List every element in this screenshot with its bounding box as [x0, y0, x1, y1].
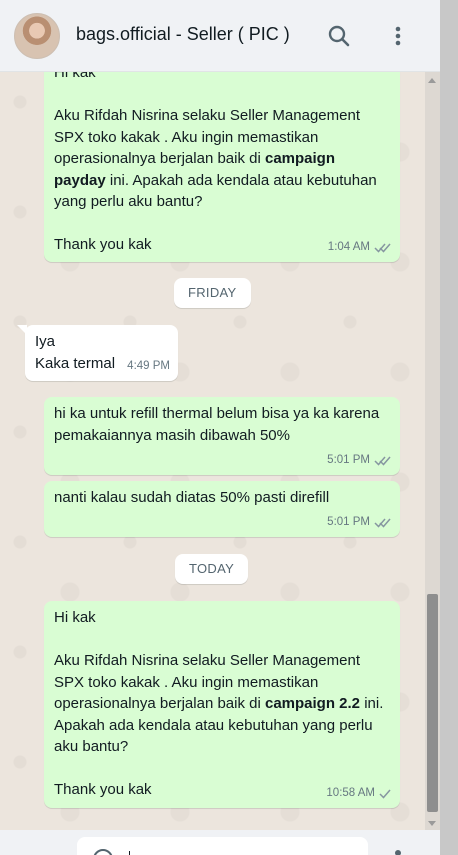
bubble-tail: [17, 325, 27, 335]
message-text: nanti kalau sudah diatas 50% pasti diref…: [54, 489, 330, 506]
double-check-icon: [374, 456, 391, 466]
message-time: 10:58 AM: [326, 786, 375, 799]
chat-header: bags.official - Seller ( PIC ): [0, 0, 440, 72]
search-icon[interactable]: [325, 22, 353, 50]
message-meta: 4:49 PM: [127, 356, 170, 378]
message-text: hi ka untuk refill thermal belum bisa ya…: [54, 405, 384, 444]
compose-bar: [0, 830, 440, 855]
message-time: 5:01 PM: [327, 515, 370, 528]
message-text: Hi kak Aku Rifdah Nisrina selaku Seller …: [54, 609, 387, 798]
message-input[interactable]: [77, 837, 368, 855]
message-meta: 1:04 AM: [328, 237, 392, 259]
message-bubble-incoming[interactable]: Iya Kaka termal 4:49 PM: [17, 325, 178, 381]
double-check-icon: [374, 243, 391, 253]
window-edge: [440, 0, 458, 855]
scroll-up-arrow-icon[interactable]: [428, 78, 436, 83]
message-list[interactable]: Hi kak Aku Rifdah Nisrina selaku Seller …: [0, 72, 425, 830]
message-meta: 5:01 PM: [327, 512, 392, 534]
message-bubble-outgoing[interactable]: hi ka untuk refill thermal belum bisa ya…: [44, 397, 400, 475]
kebab-menu-icon[interactable]: [384, 22, 412, 50]
message-meta: 10:58 AM: [326, 783, 392, 805]
chat-scrollbar[interactable]: [425, 72, 440, 830]
contact-avatar[interactable]: [14, 13, 60, 59]
date-divider: FRIDAY: [174, 278, 251, 308]
message-bubble-outgoing[interactable]: nanti kalau sudah diatas 50% pasti diref…: [44, 481, 400, 537]
message-text: Hi kak Aku Rifdah Nisrina selaku Seller …: [54, 72, 381, 253]
scroll-thumb[interactable]: [427, 594, 438, 812]
message-time: 1:04 AM: [327, 240, 370, 253]
message-bubble-outgoing[interactable]: Hi kak Aku Rifdah Nisrina selaku Seller …: [44, 72, 400, 262]
message-time: 5:01 PM: [327, 453, 370, 466]
message-bubble-outgoing[interactable]: Hi kak Aku Rifdah Nisrina selaku Seller …: [44, 601, 400, 808]
mic-icon[interactable]: [395, 850, 401, 855]
attach-icon[interactable]: [93, 849, 113, 855]
date-divider: TODAY: [175, 554, 249, 584]
single-check-icon: [379, 789, 391, 799]
contact-name[interactable]: bags.official - Seller ( PIC ): [76, 24, 290, 45]
message-meta: 5:01 PM: [327, 450, 392, 472]
text-cursor: [129, 851, 130, 855]
message-time: 4:49 PM: [127, 359, 170, 372]
double-check-icon: [374, 518, 391, 528]
scroll-down-arrow-icon[interactable]: [428, 821, 436, 826]
